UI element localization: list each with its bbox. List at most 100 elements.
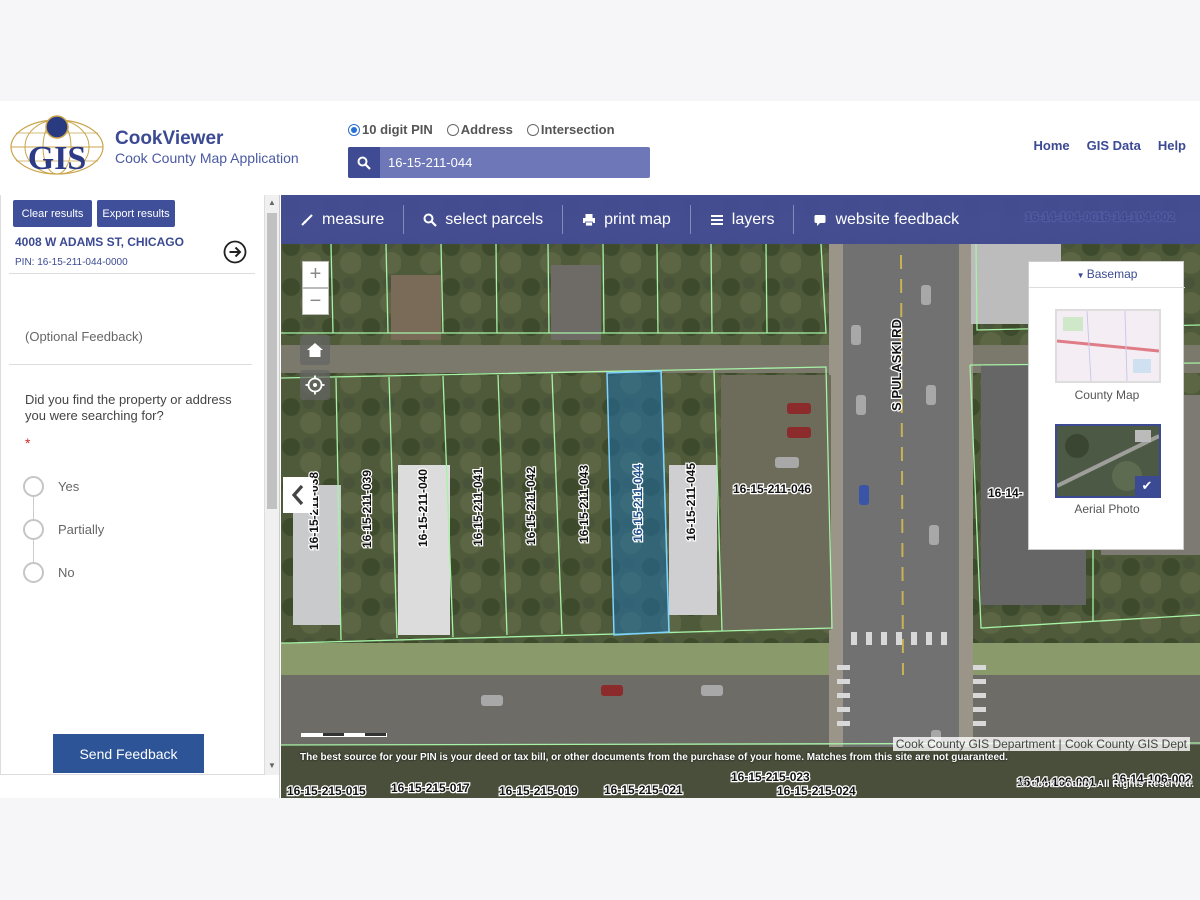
- radio-icon[interactable]: [526, 123, 539, 136]
- tool-website-feedback[interactable]: website feedback: [794, 205, 978, 234]
- tool-print-map[interactable]: print map: [563, 205, 691, 234]
- arrow-circle-right-icon[interactable]: [223, 240, 247, 264]
- result-address[interactable]: 4008 W ADAMS ST, CHICAGO: [15, 235, 184, 249]
- ruler-icon: [301, 213, 313, 226]
- top-nav: Home GIS Data Help: [1034, 138, 1186, 153]
- answer-label: No: [58, 565, 75, 580]
- answer-label: Yes: [58, 479, 80, 494]
- parcel-label: 16-15-215-021: [604, 783, 683, 797]
- optional-feedback-field[interactable]: (Optional Feedback): [25, 329, 143, 344]
- divider: [9, 273, 255, 274]
- parcel-label: 16-15-215-024: [777, 784, 856, 798]
- parcel-label-selected: 16-15-211-044: [631, 464, 645, 542]
- basemap-panel: ▼ Basemap County Map ✔ Aerial Photo: [1028, 261, 1185, 550]
- tool-measure[interactable]: measure: [281, 205, 405, 234]
- scroll-up-icon[interactable]: ▲: [268, 198, 276, 207]
- nav-link-gis-data[interactable]: GIS Data: [1087, 138, 1141, 153]
- basemap-county-map[interactable]: [1055, 309, 1161, 383]
- app-subtitle: Cook County Map Application: [115, 150, 299, 166]
- tool-layers[interactable]: layers: [691, 205, 795, 234]
- basemap-label: County Map: [1074, 388, 1140, 402]
- tool-label: website feedback: [835, 210, 960, 228]
- radio-10-digit-pin[interactable]: 10 digit PIN: [348, 122, 433, 137]
- search-icon: [423, 213, 438, 227]
- radio-icon[interactable]: [23, 562, 44, 583]
- results-content: Clear results Export results 4008 W ADAM…: [0, 195, 265, 775]
- parcel-label: 16-14-: [988, 486, 1023, 500]
- radio-icon[interactable]: [446, 123, 459, 136]
- radio-icon[interactable]: [23, 519, 44, 540]
- gis-logo[interactable]: GIS: [8, 115, 106, 181]
- basemap-toggle[interactable]: ▼ Basemap: [1029, 267, 1185, 281]
- home-button[interactable]: [300, 335, 330, 365]
- basemap-aerial-photo[interactable]: ✔: [1055, 424, 1161, 498]
- tool-label: print map: [604, 210, 671, 228]
- search-icon: [357, 156, 371, 170]
- divider: [1029, 287, 1185, 288]
- radio-icon[interactable]: [23, 476, 44, 497]
- crosshair-icon: [305, 375, 325, 395]
- map-view[interactable]: S PULASKI RD 16-15-211-038 16-15-211-039…: [281, 195, 1200, 798]
- clear-results-button[interactable]: Clear results: [13, 200, 92, 227]
- header: GIS CookViewer Cook County Map Applicati…: [0, 101, 1200, 195]
- radio-intersection[interactable]: Intersection: [526, 122, 615, 137]
- scroll-down-icon[interactable]: ▼: [268, 761, 276, 770]
- radio-label: Intersection: [540, 122, 615, 137]
- results-panel: Clear results Export results 4008 W ADAM…: [0, 195, 280, 798]
- map-attribution: Cook County GIS Department | Cook County…: [892, 737, 1190, 751]
- tool-label: measure: [322, 210, 385, 228]
- answer-no[interactable]: No: [23, 562, 75, 583]
- divider: [9, 364, 252, 365]
- answer-yes[interactable]: Yes: [23, 476, 79, 497]
- check-icon: ✔: [1135, 476, 1159, 496]
- zoom-in-button[interactable]: +: [302, 261, 329, 288]
- logo-text: GIS: [28, 140, 87, 177]
- printer-icon: [583, 213, 596, 226]
- parcel-label: 16-15-215-017: [391, 781, 470, 795]
- parcel-label: 16-15-211-041: [471, 468, 485, 546]
- parcel-label: 16-15-215-023: [731, 770, 810, 784]
- collapse-panel-button[interactable]: [283, 477, 313, 513]
- scale-bar: [301, 733, 387, 737]
- radio-selected-icon[interactable]: [348, 123, 360, 136]
- home-icon: [307, 343, 323, 357]
- parcel-label: 16-15-215-019: [499, 784, 578, 798]
- search-input[interactable]: [380, 155, 640, 170]
- zoom-out-button[interactable]: −: [302, 288, 329, 315]
- map-disclaimer: The best source for your PIN is your dee…: [300, 752, 1008, 763]
- required-marker: *: [25, 435, 31, 451]
- comment-icon: [814, 214, 826, 226]
- tool-label: select parcels: [445, 210, 544, 228]
- nav-link-home[interactable]: Home: [1034, 138, 1070, 153]
- parcel-label: 16-15-211-040: [416, 469, 430, 547]
- copyright-notice: © Cook County. All Rights Reserved.: [1019, 779, 1194, 790]
- scrollbar[interactable]: ▲ ▼: [265, 195, 279, 775]
- radio-address[interactable]: Address: [446, 122, 513, 137]
- answer-label: Partially: [58, 522, 105, 537]
- feedback-question: Did you find the property or address you…: [25, 392, 232, 423]
- search-button[interactable]: [348, 147, 380, 178]
- locate-button[interactable]: [300, 370, 330, 400]
- chevron-left-icon: [291, 484, 304, 506]
- scroll-thumb[interactable]: [267, 213, 277, 509]
- send-feedback-button[interactable]: Send Feedback: [53, 734, 204, 773]
- result-pin: PIN: 16-15-211-044-0000: [15, 257, 128, 268]
- parcel-label: 16-15-215-015: [287, 784, 366, 798]
- caret-down-icon: ▼: [1076, 271, 1087, 280]
- parcel-label: 16-15-211-042: [524, 467, 538, 545]
- basemap-label: Aerial Photo: [1074, 502, 1140, 516]
- search-box: [348, 147, 650, 178]
- app-window: GIS CookViewer Cook County Map Applicati…: [0, 101, 1200, 798]
- parcel-label: 16-15-211-046: [733, 482, 811, 496]
- layers-icon: [710, 214, 723, 225]
- tool-select-parcels[interactable]: select parcels: [404, 205, 564, 234]
- answer-partially[interactable]: Partially: [23, 519, 104, 540]
- parcel-label: 16-15-211-045: [684, 463, 698, 541]
- nav-link-help[interactable]: Help: [1158, 138, 1186, 153]
- parcel-label: 16-15-211-039: [360, 470, 374, 548]
- tool-label: layers: [731, 210, 775, 228]
- street-label: S PULASKI RD: [889, 319, 904, 411]
- county-map-thumbnail: [1057, 311, 1159, 381]
- radio-label: Address: [460, 122, 513, 137]
- export-results-button[interactable]: Export results: [97, 200, 175, 227]
